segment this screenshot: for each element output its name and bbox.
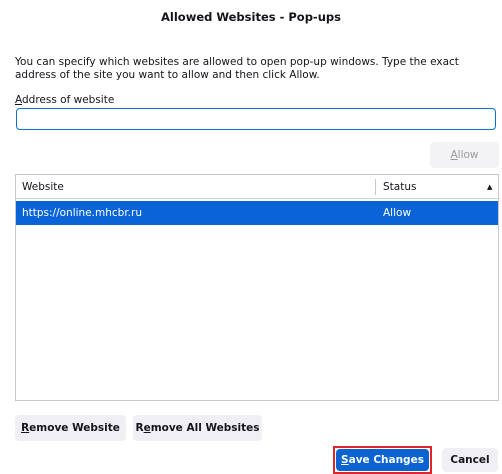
allow-button-label: llow xyxy=(457,149,479,161)
remove-website-accesskey: R xyxy=(21,422,30,434)
list-item[interactable]: https://online.mhcbr.ru Allow xyxy=(16,201,498,225)
column-header-website[interactable]: Website xyxy=(22,181,64,193)
list-item-status: Allow xyxy=(383,207,412,219)
save-changes-label: ave Changes xyxy=(348,454,424,466)
remove-all-accesskey: e xyxy=(143,422,151,434)
list-header: Website Status ▲ xyxy=(16,175,498,199)
address-input[interactable] xyxy=(16,108,496,130)
column-header-status[interactable]: Status xyxy=(383,181,416,193)
column-separator[interactable] xyxy=(375,179,376,195)
remove-all-label: move All Websites xyxy=(150,422,260,434)
address-label-text: ddress of website xyxy=(22,94,115,106)
allow-button-accesskey: A xyxy=(450,149,458,161)
remove-website-label: emove Website xyxy=(29,422,120,434)
websites-list[interactable]: Website Status ▲ https://online.mhcbr.ru… xyxy=(15,174,499,401)
remove-all-websites-button[interactable]: Remove All Websites xyxy=(133,415,262,441)
dialog-description: You can specify which websites are allow… xyxy=(15,56,459,81)
address-label-accesskey: A xyxy=(15,94,22,106)
allow-button[interactable]: Allow xyxy=(430,142,499,168)
save-changes-accesskey: S xyxy=(341,454,349,466)
address-label: Address of website xyxy=(15,94,114,106)
list-item-website: https://online.mhcbr.ru xyxy=(22,207,142,219)
cancel-button[interactable]: Cancel xyxy=(442,448,498,472)
sort-ascending-icon[interactable]: ▲ xyxy=(487,183,492,191)
remove-website-button[interactable]: Remove Website xyxy=(15,415,126,441)
save-changes-button[interactable]: Save Changes xyxy=(336,449,429,471)
remove-all-prefix: R xyxy=(135,422,144,434)
dialog-title: Allowed Websites - Pop-ups xyxy=(161,10,341,24)
